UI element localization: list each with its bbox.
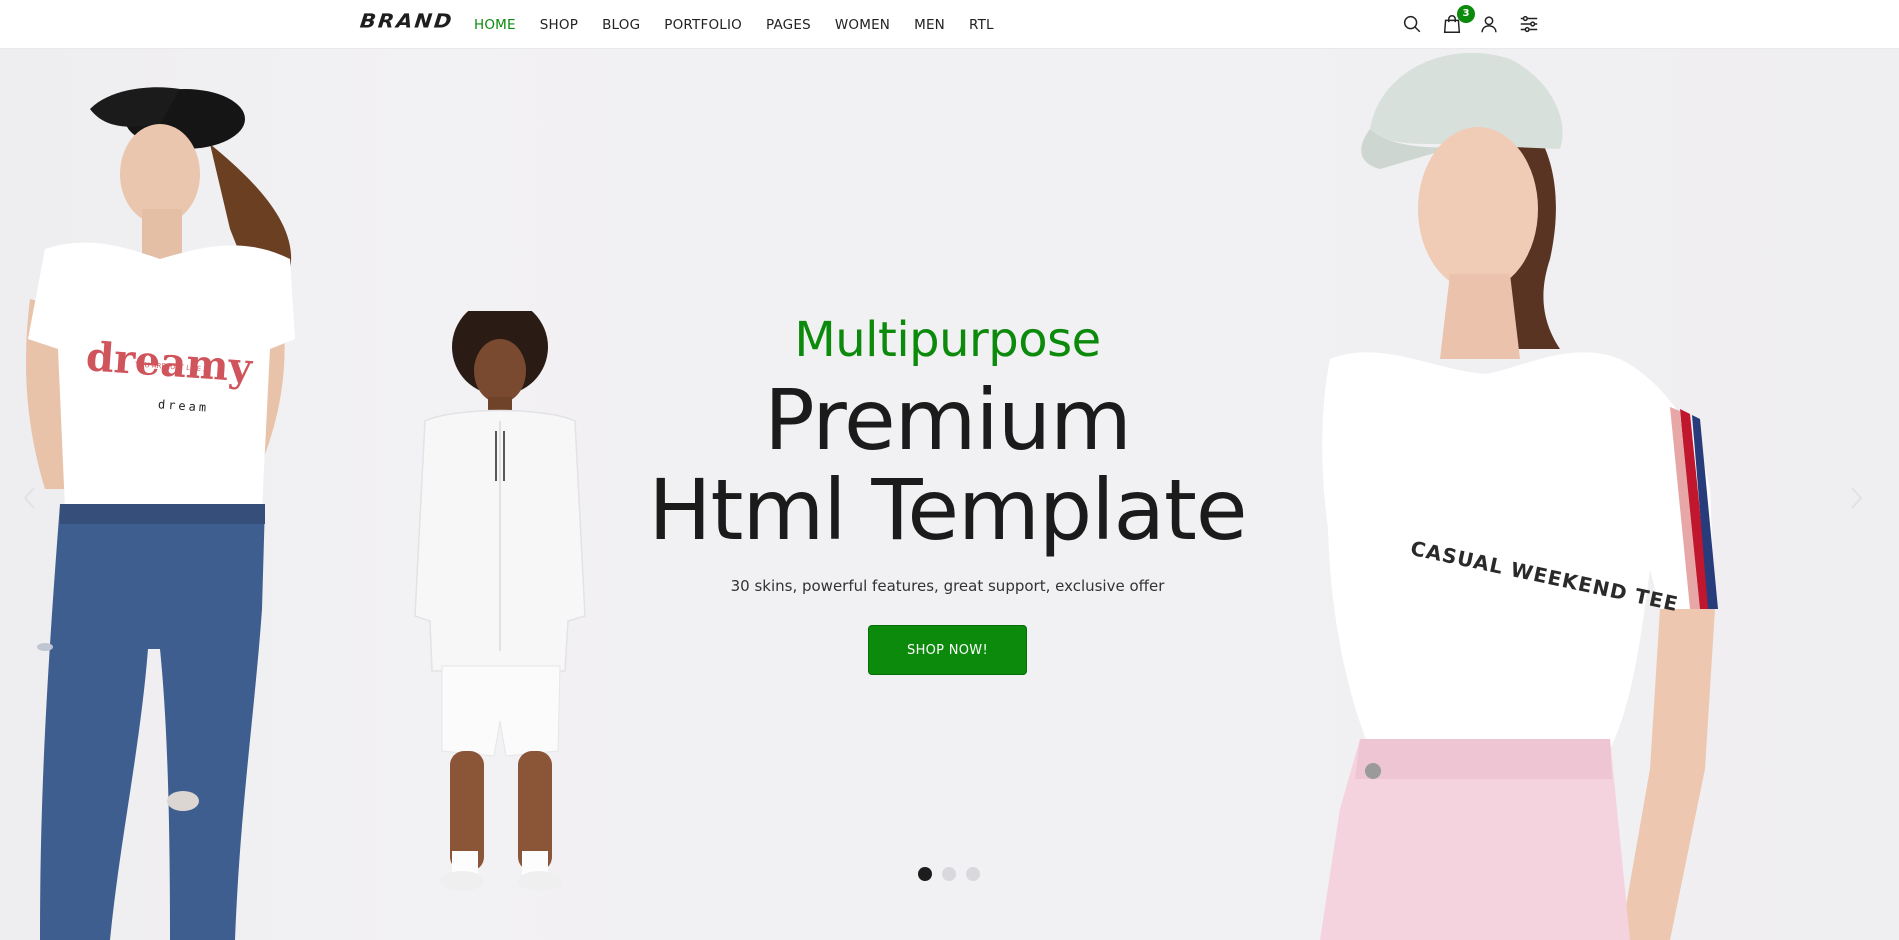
nav-shop[interactable]: SHOP xyxy=(540,17,578,33)
model-image-woman-jeans: YOU ARE JUST LIKE A dreamy dream xyxy=(0,49,320,940)
hero-slider: YOU ARE JUST LIKE A dreamy dream Multipu… xyxy=(0,49,1899,940)
user-icon[interactable] xyxy=(1478,13,1500,35)
brand-logo[interactable]: BRAND xyxy=(359,10,455,34)
slider-dot-3[interactable] xyxy=(966,867,980,881)
main-navigation: HOME SHOP BLOG PORTFOLIO PAGES WOMEN MEN… xyxy=(474,0,1018,49)
nav-home[interactable]: HOME xyxy=(474,17,516,33)
site-header: BRAND HOME SHOP BLOG PORTFOLIO PAGES WOM… xyxy=(0,0,1899,49)
sliders-icon[interactable] xyxy=(1518,13,1540,35)
nav-portfolio[interactable]: PORTFOLIO xyxy=(664,17,742,33)
nav-blog[interactable]: BLOG xyxy=(602,17,640,33)
model-image-woman-pink: CASUAL WEEKEND TEE xyxy=(1210,49,1850,940)
slider-dot-1[interactable] xyxy=(918,867,932,881)
slider-dot-2[interactable] xyxy=(942,867,956,881)
shop-now-button[interactable]: SHOP NOW! xyxy=(868,625,1027,675)
nav-women[interactable]: WOMEN xyxy=(835,17,890,33)
header-tools: 3 xyxy=(1396,0,1556,49)
slider-next-arrow[interactable] xyxy=(1846,483,1866,513)
slider-pagination xyxy=(918,867,990,881)
slider-prev-arrow[interactable] xyxy=(20,483,40,513)
nav-rtl[interactable]: RTL xyxy=(969,17,994,33)
nav-pages[interactable]: PAGES xyxy=(766,17,811,33)
cart-count-badge: 3 xyxy=(1457,5,1475,23)
nav-men[interactable]: MEN xyxy=(914,17,945,33)
search-icon[interactable] xyxy=(1401,13,1423,35)
